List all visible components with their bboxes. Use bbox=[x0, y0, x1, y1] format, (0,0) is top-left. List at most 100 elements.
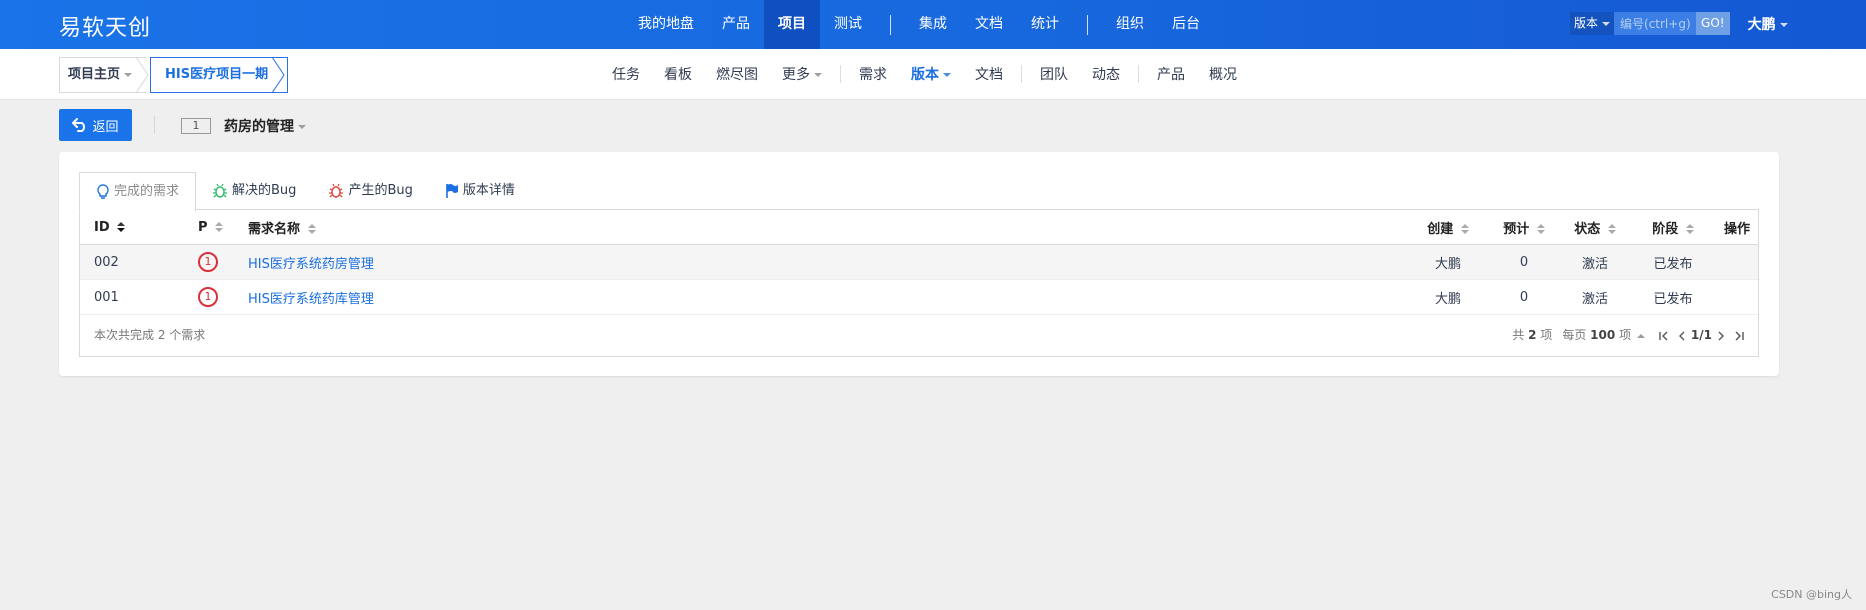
top-navbar: 易软天创 我的地盘 产品 项目 测试 集成 文档 统计 组织 后台 版本 GO!… bbox=[0, 0, 1866, 49]
cell-stage: 已发布 bbox=[1630, 279, 1716, 315]
lightbulb-icon bbox=[96, 184, 110, 200]
cell-estimate: 0 bbox=[1488, 244, 1560, 280]
tab-burndown[interactable]: 燃尽图 bbox=[704, 64, 770, 84]
sort-icon bbox=[307, 224, 316, 234]
finished-summary: 本次共完成 2 个需求 bbox=[94, 328, 206, 342]
nav-stats[interactable]: 统计 bbox=[1017, 0, 1073, 49]
story-link[interactable]: HIS医疗系统药库管理 bbox=[248, 292, 374, 307]
col-actions: 操作 bbox=[1716, 210, 1758, 245]
bug-icon bbox=[328, 183, 344, 199]
per-page-select[interactable]: 每页 100 项 bbox=[1562, 315, 1645, 356]
tab-doc[interactable]: 文档 bbox=[963, 64, 1015, 84]
cell-creator: 大鹏 bbox=[1408, 244, 1488, 280]
nav-project[interactable]: 项目 bbox=[764, 0, 820, 49]
undo-icon bbox=[72, 118, 86, 132]
app-logo[interactable]: 易软天创 bbox=[59, 10, 151, 42]
tab-story[interactable]: 需求 bbox=[847, 64, 899, 84]
tab-more[interactable]: 更多 bbox=[770, 64, 834, 84]
version-number-badge: 1 bbox=[181, 118, 211, 134]
col-estimate[interactable]: 预计 bbox=[1488, 210, 1560, 245]
col-priority[interactable]: P bbox=[198, 210, 248, 245]
search-input[interactable] bbox=[1614, 12, 1697, 35]
back-button-label: 返回 bbox=[92, 119, 119, 135]
col-creator[interactable]: 创建 bbox=[1408, 210, 1488, 245]
breadcrumb-arrow-icon bbox=[136, 57, 149, 93]
global-search: 版本 GO! 大鹏 bbox=[1570, 12, 1788, 35]
chevron-down-icon bbox=[814, 73, 822, 77]
nav-divider bbox=[890, 14, 891, 35]
col-status[interactable]: 状态 bbox=[1560, 210, 1630, 245]
table-header-row: ID P 需求名称 创建 预计 状态 阶段 操作 bbox=[80, 210, 1758, 245]
tab-kanban[interactable]: 看板 bbox=[652, 64, 704, 84]
main-nav: 我的地盘 产品 项目 测试 集成 文档 统计 组织 后台 bbox=[624, 0, 1214, 49]
tab-overview[interactable]: 概况 bbox=[1197, 64, 1249, 84]
subnav-divider bbox=[1138, 65, 1139, 83]
caret-up-icon bbox=[1636, 334, 1645, 338]
tab-build-details[interactable]: 版本详情 bbox=[429, 172, 531, 210]
cell-id: 002 bbox=[80, 244, 198, 280]
cell-estimate: 0 bbox=[1488, 279, 1560, 315]
project-subnav: 项目主页 HIS医疗项目一期 任务 看板 燃尽图 更多 需求 版本 文档 团队 … bbox=[0, 49, 1866, 100]
chevron-down-icon bbox=[124, 72, 133, 77]
col-stage[interactable]: 阶段 bbox=[1630, 210, 1716, 245]
table-row[interactable]: 001 1 HIS医疗系统药库管理 大鹏 0 激活 已发布 bbox=[80, 279, 1758, 315]
breadcrumb-home[interactable]: 项目主页 bbox=[59, 57, 146, 93]
story-link[interactable]: HIS医疗系统药房管理 bbox=[248, 257, 374, 272]
cell-priority: 1 bbox=[198, 244, 248, 280]
subnav-divider bbox=[840, 65, 841, 83]
cell-stage: 已发布 bbox=[1630, 244, 1716, 280]
cell-priority: 1 bbox=[198, 279, 248, 315]
cell-actions bbox=[1716, 279, 1758, 315]
flag-icon bbox=[445, 183, 459, 199]
nav-my[interactable]: 我的地盘 bbox=[624, 0, 708, 49]
first-page-icon[interactable] bbox=[1659, 331, 1669, 341]
sort-icon bbox=[1607, 224, 1616, 234]
nav-product[interactable]: 产品 bbox=[708, 0, 764, 49]
page-indicator: 1/1 bbox=[1690, 328, 1712, 342]
tab-resolved-bugs[interactable]: 解决的Bug bbox=[196, 172, 312, 210]
build-title-dropdown[interactable]: 药房的管理 bbox=[224, 116, 306, 136]
chevron-down-icon bbox=[943, 73, 951, 77]
next-page-icon[interactable] bbox=[1716, 331, 1726, 341]
tab-team[interactable]: 团队 bbox=[1028, 64, 1080, 84]
sort-icon bbox=[1536, 224, 1545, 234]
back-button[interactable]: 返回 bbox=[59, 109, 132, 141]
breadcrumb-project[interactable]: HIS医疗项目一期 bbox=[150, 57, 288, 93]
tab-build[interactable]: 版本 bbox=[899, 64, 963, 84]
nav-test[interactable]: 测试 bbox=[820, 0, 876, 49]
search-type-select[interactable]: 版本 bbox=[1570, 12, 1615, 35]
cell-name: HIS医疗系统药库管理 bbox=[248, 279, 1408, 315]
user-menu[interactable]: 大鹏 bbox=[1748, 14, 1788, 34]
chevron-down-icon bbox=[298, 125, 306, 129]
subnav-tabs: 任务 看板 燃尽图 更多 需求 版本 文档 团队 动态 产品 概况 bbox=[600, 49, 1249, 99]
sort-desc-icon bbox=[117, 222, 126, 232]
detail-tabs: 完成的需求 解决的Bug 产生的Bug 版本详情 bbox=[79, 172, 531, 212]
priority-badge: 1 bbox=[198, 252, 218, 272]
tab-dynamic[interactable]: 动态 bbox=[1080, 64, 1132, 84]
sort-icon bbox=[215, 222, 224, 232]
sort-icon bbox=[1460, 224, 1469, 234]
nav-doc[interactable]: 文档 bbox=[961, 0, 1017, 49]
nav-admin[interactable]: 后台 bbox=[1158, 0, 1214, 49]
table-row[interactable]: 002 1 HIS医疗系统药房管理 大鹏 0 激活 已发布 bbox=[80, 244, 1758, 280]
bug-icon bbox=[212, 183, 228, 199]
nav-divider bbox=[1087, 14, 1088, 35]
nav-ci[interactable]: 集成 bbox=[905, 0, 961, 49]
prev-page-icon[interactable] bbox=[1677, 331, 1687, 341]
chevron-down-icon bbox=[1779, 22, 1788, 27]
tab-generated-bugs[interactable]: 产生的Bug bbox=[312, 172, 428, 210]
col-id[interactable]: ID bbox=[80, 210, 198, 245]
col-name[interactable]: 需求名称 bbox=[248, 210, 1408, 245]
search-go-button[interactable]: GO! bbox=[1696, 12, 1730, 35]
cell-name: HIS医疗系统药房管理 bbox=[248, 244, 1408, 280]
watermark: CSDN @bing人 bbox=[1771, 588, 1852, 601]
cell-actions bbox=[1716, 244, 1758, 280]
last-page-icon[interactable] bbox=[1734, 331, 1744, 341]
nav-org[interactable]: 组织 bbox=[1102, 0, 1158, 49]
subnav-divider bbox=[1021, 65, 1022, 83]
tab-product[interactable]: 产品 bbox=[1145, 64, 1197, 84]
pager-total: 共 2 项 bbox=[1512, 328, 1553, 342]
story-table: ID P 需求名称 创建 预计 状态 阶段 操作 002 1 HIS医疗系统药房… bbox=[79, 209, 1759, 357]
tab-finished-stories[interactable]: 完成的需求 bbox=[79, 172, 197, 212]
tab-task[interactable]: 任务 bbox=[600, 64, 652, 84]
